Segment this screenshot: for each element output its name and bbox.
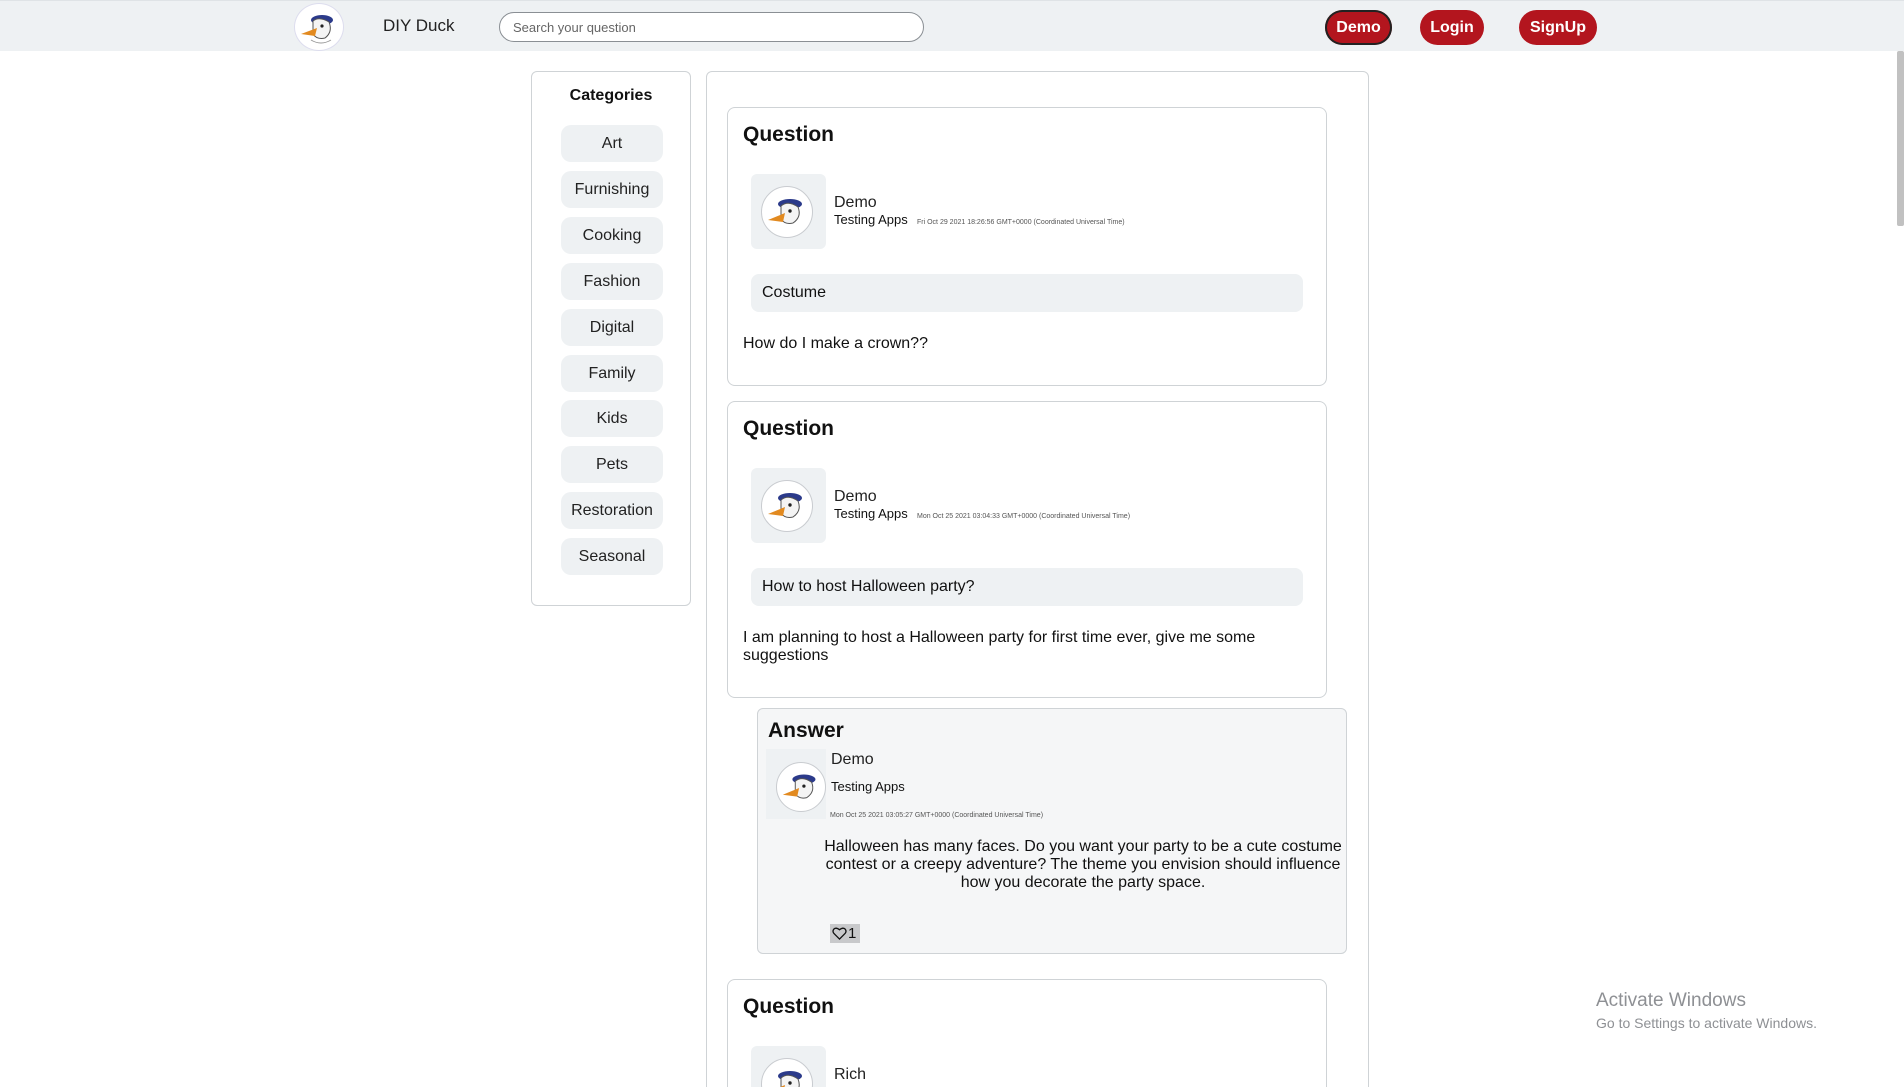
page: DIY Duck Demo Login SignUp Categories Ar… [0, 0, 1904, 1087]
question-heading: Question [743, 417, 835, 440]
signup-button[interactable]: SignUp [1519, 10, 1597, 45]
user-subtitle: Testing Apps [834, 212, 908, 227]
user-avatar-icon[interactable] [761, 480, 813, 532]
category-kids[interactable]: Kids [561, 400, 663, 437]
category-art[interactable]: Art [561, 125, 663, 162]
user-name[interactable]: Demo [834, 194, 877, 212]
avatar-box [751, 174, 826, 249]
post-date: Mon Oct 25 2021 03:05:27 GMT+0000 (Coord… [830, 812, 1044, 819]
category-fashion[interactable]: Fashion [561, 263, 663, 300]
answer-heading: Answer [768, 719, 844, 742]
activate-windows-watermark: Activate Windows Go to Settings to activ… [1596, 990, 1817, 1031]
question-body: How do I make a crown?? [743, 335, 928, 352]
demo-button[interactable]: Demo [1325, 10, 1392, 45]
categories-title: Categories [569, 87, 653, 104]
avatar-box [751, 1046, 826, 1087]
like-button[interactable]: 1 [830, 924, 861, 943]
duck-logo-icon[interactable] [294, 3, 344, 51]
question-card[interactable]: Question Demo Testing Apps Mon Oct 25 20… [727, 401, 1327, 698]
category-family[interactable]: Family [561, 355, 663, 392]
user-avatar-icon[interactable] [761, 186, 813, 238]
user-avatar-icon[interactable] [761, 1058, 813, 1087]
category-furnishing[interactable]: Furnishing [561, 171, 663, 208]
user-subtitle: Testing Apps [834, 506, 908, 521]
category-restoration[interactable]: Restoration [561, 492, 663, 529]
post-date: Mon Oct 25 2021 03:04:33 GMT+0000 (Coord… [917, 513, 1131, 520]
user-name[interactable]: Demo [834, 488, 877, 506]
category-pets[interactable]: Pets [561, 446, 663, 483]
user-name[interactable]: Demo [831, 751, 874, 769]
post-date: Fri Oct 29 2021 18:26:56 GMT+0000 (Coord… [917, 219, 1125, 226]
question-title[interactable]: How to host Halloween party? [751, 568, 1303, 606]
answer-card: Answer Demo Testing Apps Mon Oct 25 2021… [757, 708, 1347, 954]
categories-panel: Categories Art Furnishing Cooking Fashio… [531, 71, 691, 606]
question-heading: Question [743, 123, 835, 146]
brand-name[interactable]: DIY Duck [383, 16, 455, 36]
question-body: I am planning to host a Halloween party … [743, 629, 1256, 664]
user-subtitle: Testing Apps [831, 779, 905, 794]
category-cooking[interactable]: Cooking [561, 217, 663, 254]
question-card[interactable]: Question Demo Testing Apps Fri Oct 29 20… [727, 107, 1327, 386]
category-seasonal[interactable]: Seasonal [561, 538, 663, 575]
category-digital[interactable]: Digital [561, 309, 663, 346]
login-button[interactable]: Login [1420, 10, 1484, 45]
top-navbar: DIY Duck Demo Login SignUp [0, 0, 1904, 51]
heart-icon [832, 927, 847, 940]
page-scrollbar[interactable] [1897, 51, 1904, 226]
question-heading: Question [743, 995, 835, 1018]
like-count: 1 [848, 925, 857, 942]
avatar-box [766, 749, 826, 819]
user-avatar-icon[interactable] [776, 762, 826, 812]
question-category[interactable]: Costume [751, 274, 1303, 312]
user-name[interactable]: Rich [834, 1066, 866, 1084]
question-card[interactable]: Question Rich [727, 979, 1327, 1087]
watermark-title: Activate Windows [1596, 990, 1746, 1011]
watermark-subtitle: Go to Settings to activate Windows. [1596, 1015, 1817, 1031]
search-input[interactable] [499, 12, 924, 42]
avatar-box [751, 468, 826, 543]
answer-body: Halloween has many faces. Do you want yo… [824, 838, 1342, 891]
